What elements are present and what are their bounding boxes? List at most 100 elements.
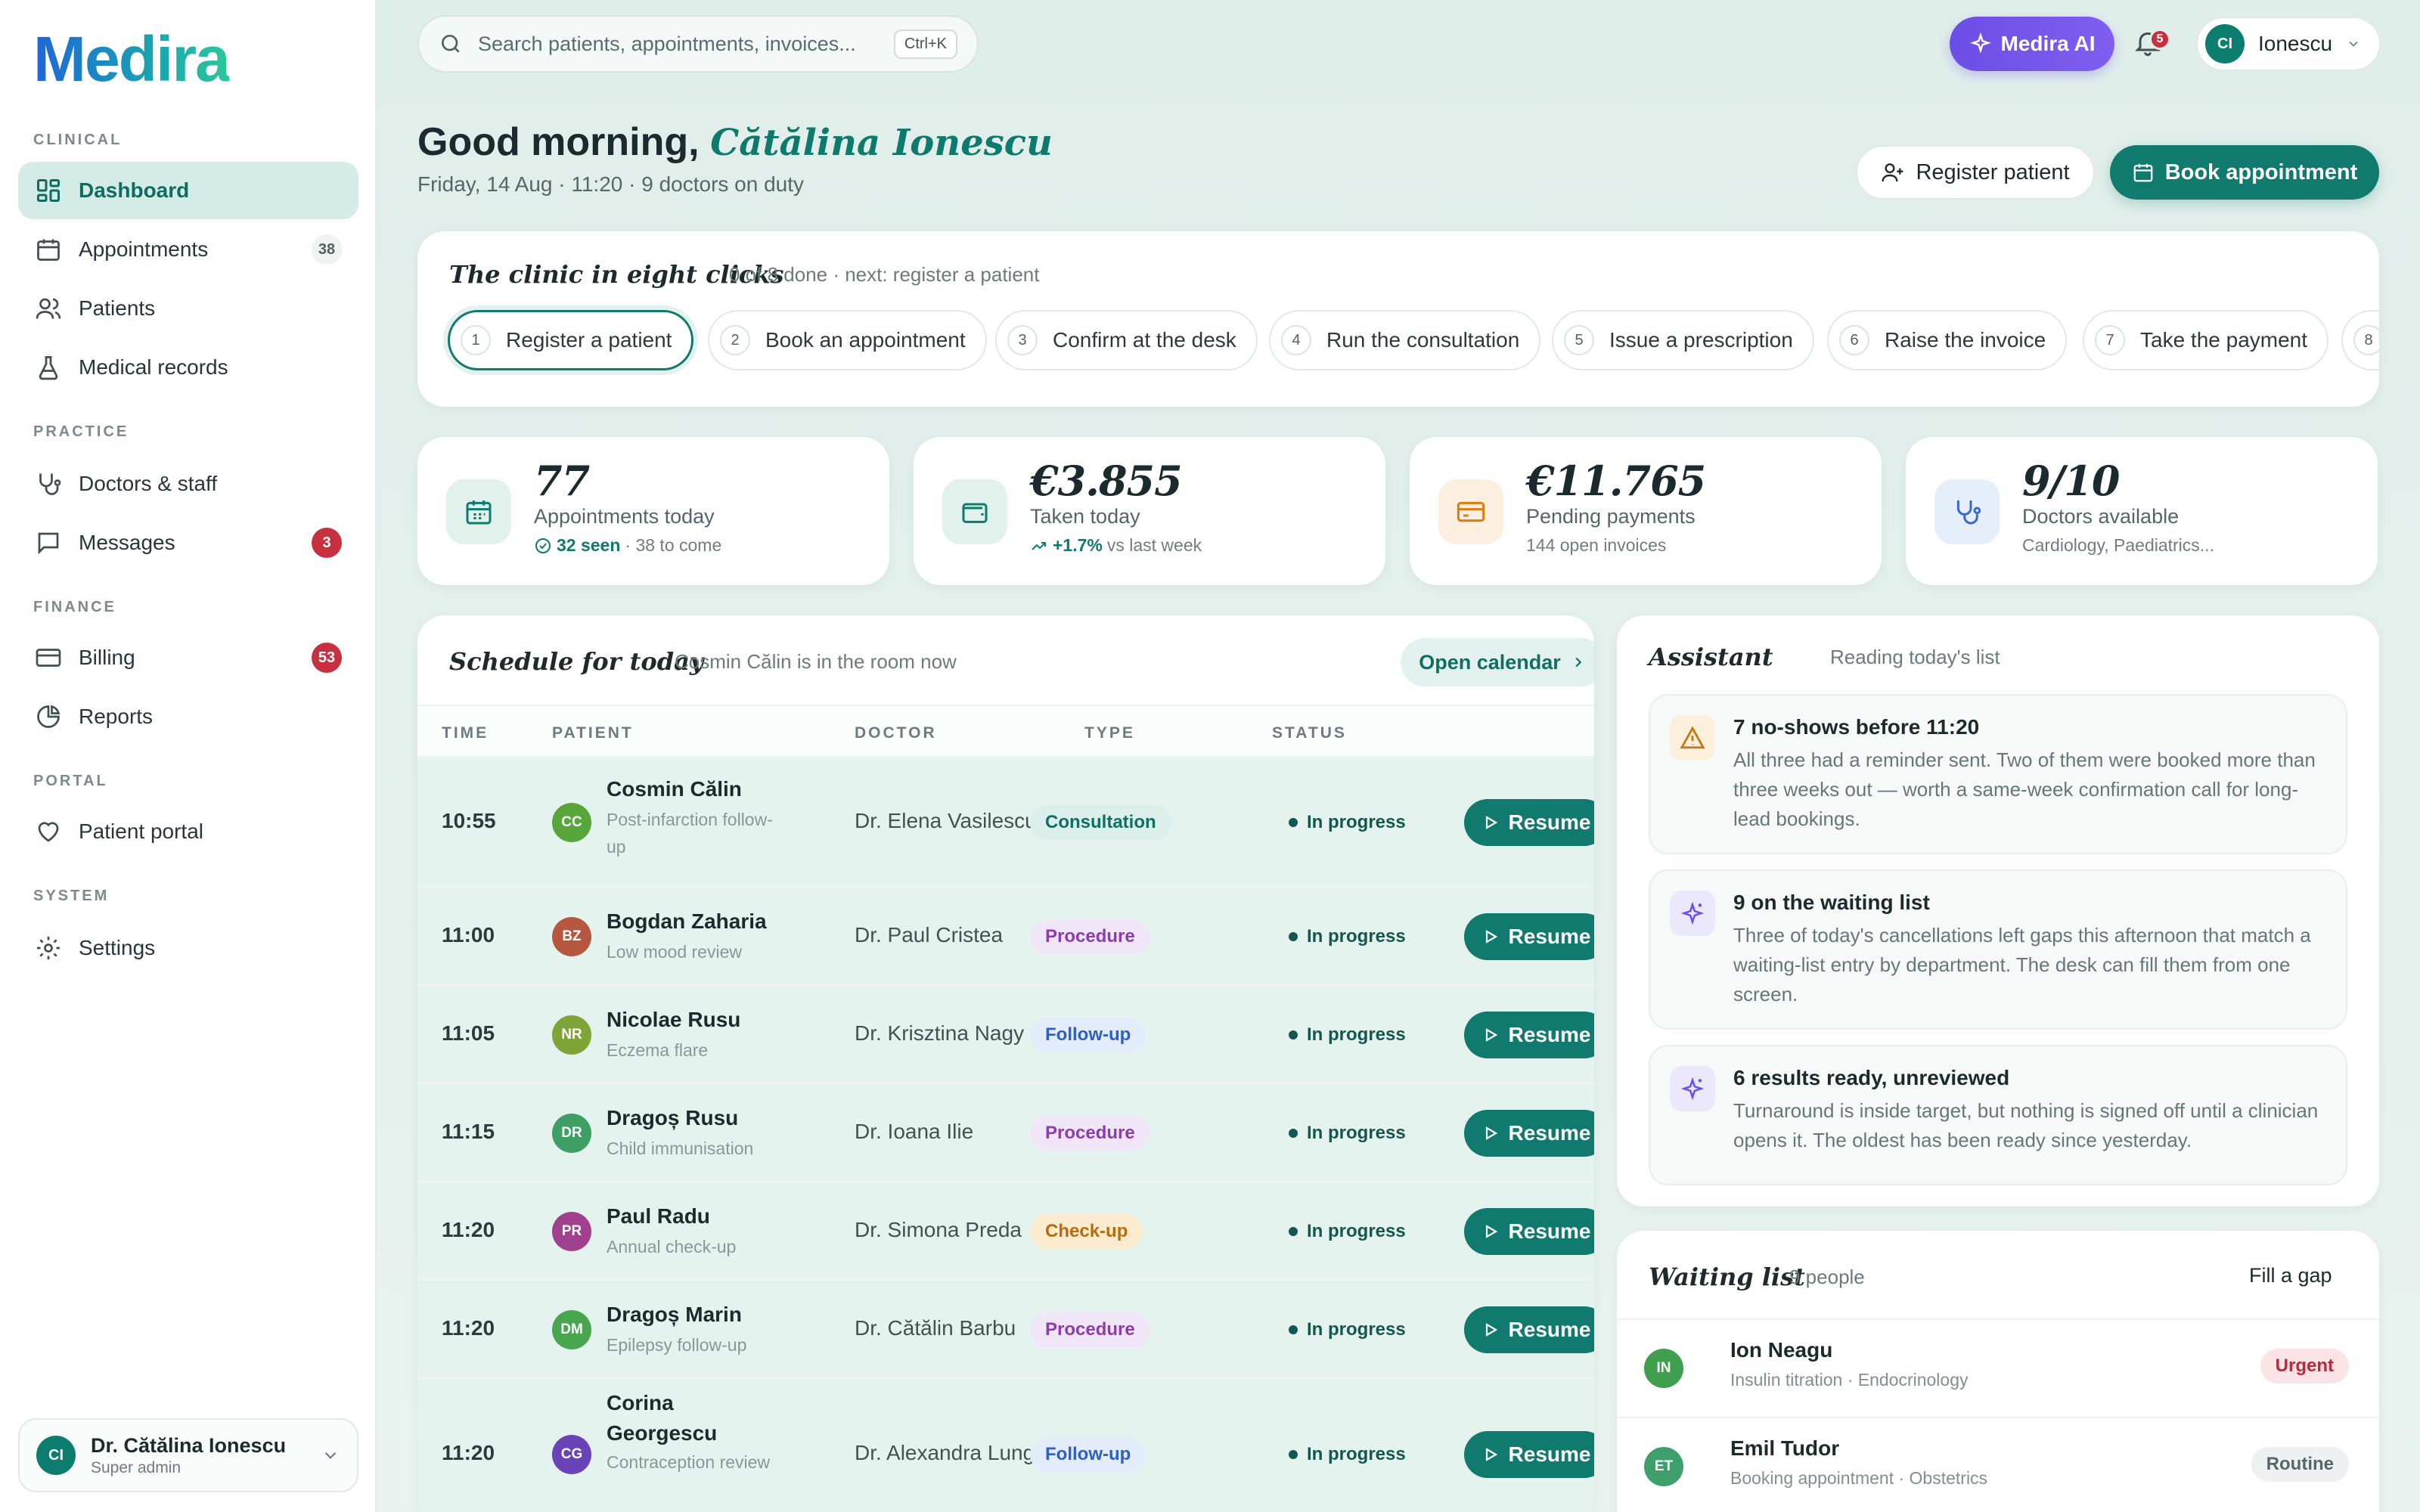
avatar: BZ	[552, 917, 591, 956]
search-input[interactable]	[478, 32, 894, 56]
search-bar[interactable]: Ctrl+K	[417, 15, 979, 73]
chevron-down-icon	[324, 1452, 337, 1459]
patient-note: Eczema flare	[607, 1040, 709, 1060]
fill-gap-button[interactable]: Fill a gap	[2249, 1264, 2332, 1287]
step-raise-invoice[interactable]: 6 Raise the invoice	[1827, 310, 2068, 370]
column-header: STATUS	[1272, 724, 1347, 742]
main-content: Ctrl+K Medira AI 5 CI Ionescu Good morni…	[377, 0, 2420, 1512]
notification-badge: 5	[2149, 29, 2170, 50]
patient-name[interactable]: Paul Radu	[607, 1201, 773, 1232]
patient-name[interactable]: Dragoș Marin	[607, 1300, 773, 1330]
table-row[interactable]: 11:20 CG Corina Georgescu Contraception …	[417, 1379, 1594, 1512]
book-appointment-button[interactable]: Book appointment	[2110, 145, 2379, 200]
insight-card[interactable]: 6 results ready, unreviewed Turnaround i…	[1649, 1045, 2347, 1185]
patient-note: Contraception review	[607, 1452, 771, 1472]
chat-icon	[38, 532, 59, 555]
resume-button[interactable]: Resume	[1464, 1208, 1594, 1255]
step-number: 4	[1281, 325, 1311, 355]
step-confirm-desk[interactable]: 3 Confirm at the desk	[995, 310, 1258, 370]
table-row[interactable]: 11:05 NR Nicolae Rusu Eczema flare Dr. K…	[417, 986, 1594, 1084]
status-label: In progress	[1307, 1024, 1406, 1045]
resume-button[interactable]: Resume	[1464, 913, 1594, 960]
status-badge: In progress	[1289, 926, 1406, 947]
table-row[interactable]: 11:20 PR Paul Radu Annual check-up Dr. S…	[417, 1182, 1594, 1281]
card-icon	[1438, 479, 1503, 544]
play-icon	[1485, 1126, 1497, 1140]
patient-name[interactable]: Dragoș Rusu	[607, 1103, 773, 1133]
kpi-subtext: Cardiology, Paediatrics...	[2022, 535, 2214, 556]
search-icon	[442, 35, 460, 53]
step-register-patient[interactable]: 1 Register a patient	[448, 310, 694, 370]
kpi-pending[interactable]: €11.765 Pending payments 144 open invoic…	[1410, 437, 1882, 585]
table-row[interactable]: 11:00 BZ Bogdan Zaharia Low mood review …	[417, 888, 1594, 986]
book-appointment-label: Book appointment	[2164, 160, 2358, 184]
sidebar-item-messages[interactable]: Messages 3	[18, 514, 358, 572]
sidebar-item-reports[interactable]: Reports	[18, 688, 358, 745]
kpi-taken[interactable]: €3.855 Taken today +1.7% vs last week	[914, 437, 1385, 585]
sidebar-item-dashboard[interactable]: Dashboard	[18, 162, 358, 219]
step-issue-prescription[interactable]: 5 Issue a prescription	[1552, 310, 1814, 370]
greeting-prefix: Good morning,	[417, 120, 700, 164]
sidebar-item-patients[interactable]: Patients	[18, 280, 358, 337]
kpi-subtext: +1.7% vs last week	[1030, 535, 1202, 556]
sidebar-item-patient-portal[interactable]: Patient portal	[18, 803, 358, 860]
sidebar-item-medical-records[interactable]: Medical records	[18, 339, 358, 396]
sidebar-item-settings[interactable]: Settings	[18, 919, 358, 977]
schedule-title: Schedule for today	[449, 647, 704, 676]
open-calendar-button[interactable]: Open calendar	[1401, 638, 1594, 686]
insight-card[interactable]: 9 on the waiting list Three of today's c…	[1649, 869, 2347, 1030]
greeting-name: Cătălina Ionescu	[710, 122, 1053, 164]
user-menu[interactable]: CI Dr. Cătălina Ionescu Super admin	[18, 1418, 358, 1492]
sidebar-item-doctors[interactable]: Doctors & staff	[18, 455, 358, 513]
list-item[interactable]: IN Ion Neagu Insulin titration · Endocri…	[1617, 1318, 2379, 1415]
resume-button[interactable]: Resume	[1464, 1110, 1594, 1157]
table-row[interactable]: 11:20 DM Dragoș Marin Epilepsy follow-up…	[417, 1281, 1594, 1379]
step-label: Raise the invoice	[1885, 328, 2046, 352]
step-eight[interactable]: 8	[2341, 310, 2379, 370]
priority-badge: Routine	[2251, 1447, 2349, 1482]
sidebar-item-appointments[interactable]: Appointments 38	[18, 221, 358, 278]
patient-name[interactable]: Bogdan Zaharia	[607, 906, 773, 937]
waiting-list-card: Waiting list 9 people Fill a gap IN Ion …	[1617, 1231, 2379, 1512]
resume-button[interactable]: Resume	[1464, 1306, 1594, 1353]
table-row[interactable]: 11:15 DR Dragoș Rusu Child immunisation …	[417, 1084, 1594, 1182]
resume-button[interactable]: Resume	[1464, 1431, 1594, 1478]
register-patient-button[interactable]: Register patient	[1856, 145, 2095, 200]
sidebar-item-billing[interactable]: Billing 53	[18, 629, 358, 686]
ai-assistant-button[interactable]: Medira AI	[1950, 17, 2114, 71]
kpi-sub: 144 open invoices	[1526, 535, 1667, 555]
patient-name[interactable]: Cosmin Călin	[607, 774, 773, 804]
chevron-right-icon	[1575, 657, 1582, 668]
trend-up-icon	[1032, 541, 1046, 550]
step-book-appointment[interactable]: 2 Book an appointment	[708, 310, 987, 370]
account-menu[interactable]: CI Ionescu	[2196, 17, 2381, 71]
waiting-title: Waiting list	[1649, 1263, 1805, 1291]
patient-note: Epilepsy follow-up	[607, 1335, 747, 1355]
avatar: IN	[1644, 1349, 1683, 1388]
kpi-doctors[interactable]: 9/10 Doctors available Cardiology, Paedi…	[1906, 437, 2378, 585]
status-badge: In progress	[1289, 1319, 1406, 1340]
table-row[interactable]: 10:55 CC Cosmin Călin Post-infarction fo…	[417, 758, 1594, 888]
kpi-label: Pending payments	[1526, 505, 1696, 528]
nav-section-portal: PORTAL	[33, 773, 108, 789]
patient-name[interactable]: Nicolae Rusu	[607, 1005, 773, 1035]
count-badge: 3	[312, 528, 342, 558]
step-label: Register a patient	[506, 328, 672, 352]
resume-button[interactable]: Resume	[1464, 799, 1594, 846]
appointment-time: 11:20	[442, 1316, 495, 1340]
sidebar-item-label: Messages	[79, 531, 175, 554]
kpi-appointments[interactable]: 77 Appointments today 32 seen · 38 to co…	[417, 437, 889, 585]
brand-logo[interactable]: Medira	[33, 23, 231, 96]
pie-chart-icon	[37, 705, 60, 728]
patient-name[interactable]: Corina Georgescu	[607, 1388, 773, 1448]
resume-label: Resume	[1508, 1442, 1591, 1466]
grid-icon	[37, 179, 60, 202]
step-take-payment[interactable]: 7 Take the payment	[2083, 310, 2329, 370]
list-item[interactable]: ET Emil Tudor Booking appointment · Obst…	[1617, 1417, 2379, 1512]
waiting-count: 9 people	[1789, 1266, 1865, 1288]
resume-button[interactable]: Resume	[1464, 1012, 1594, 1058]
step-label: Take the payment	[2140, 328, 2308, 352]
step-run-consultation[interactable]: 4 Run the consultation	[1269, 310, 1541, 370]
column-header: TYPE	[1084, 724, 1135, 742]
insight-card[interactable]: 7 no-shows before 11:20 All three had a …	[1649, 694, 2347, 854]
